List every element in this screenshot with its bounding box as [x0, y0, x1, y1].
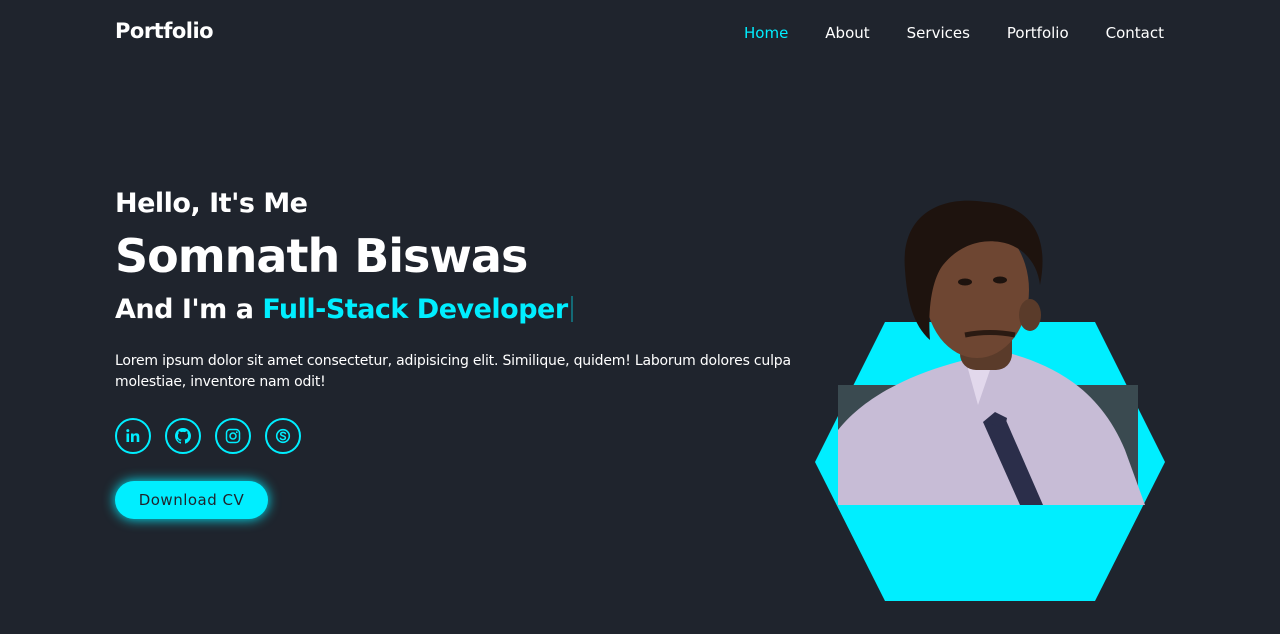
- role-highlight: Full-Stack Developer: [262, 294, 568, 325]
- social-links: [115, 418, 815, 454]
- nav-services[interactable]: Services: [907, 24, 970, 42]
- profile-image: [815, 190, 1165, 602]
- nav-home[interactable]: Home: [744, 24, 788, 42]
- role-prefix: And I'm a: [115, 294, 263, 325]
- main-nav: Home About Services Portfolio Contact: [707, 24, 1164, 42]
- hero-content: Hello, It's Me Somnath Biswas And I'm a …: [115, 186, 815, 519]
- typing-cursor: [570, 296, 573, 322]
- greeting: Hello, It's Me: [115, 188, 308, 219]
- nav-contact[interactable]: Contact: [1106, 24, 1164, 42]
- hexagon-portrait: [815, 200, 1165, 601]
- nav-portfolio[interactable]: Portfolio: [1007, 24, 1069, 42]
- linkedin-link[interactable]: [115, 418, 151, 454]
- instagram-link[interactable]: [215, 418, 251, 454]
- role-line: And I'm a Full-Stack Developer: [115, 292, 815, 328]
- hero-name: Somnath Biswas: [115, 229, 528, 283]
- nav-about[interactable]: About: [825, 24, 869, 42]
- skype-link[interactable]: [265, 418, 301, 454]
- download-cv-button[interactable]: Download CV: [115, 481, 268, 519]
- instagram-icon: [225, 428, 241, 444]
- logo[interactable]: Portfolio: [115, 19, 214, 43]
- github-link[interactable]: [165, 418, 201, 454]
- hero-description: Lorem ipsum dolor sit amet consectetur, …: [115, 353, 791, 390]
- skype-icon: [275, 428, 291, 444]
- linkedin-icon: [126, 429, 140, 442]
- github-icon: [175, 428, 191, 444]
- site-header: Portfolio Home About Services Portfolio …: [0, 0, 1280, 66]
